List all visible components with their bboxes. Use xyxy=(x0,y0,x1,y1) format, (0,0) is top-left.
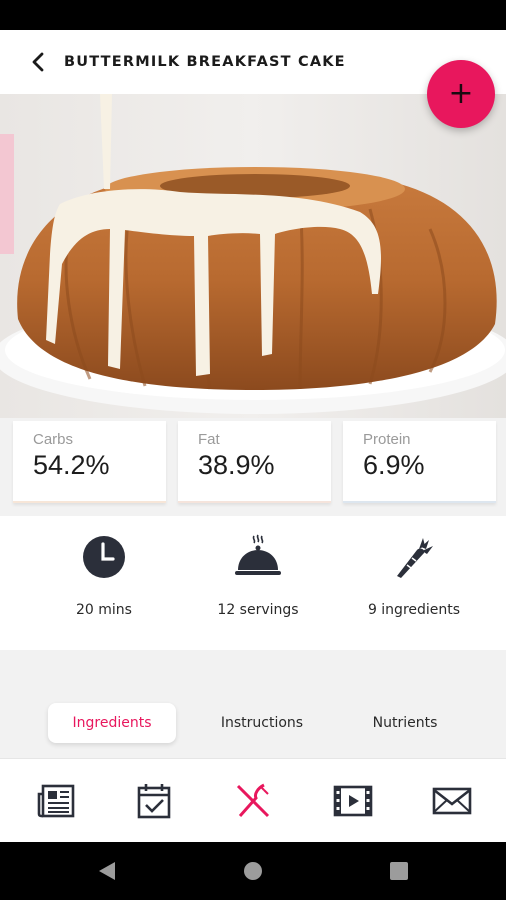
bundt-cake-image xyxy=(0,94,506,418)
macro-card-carbs: Carbs 54.2% xyxy=(13,421,166,503)
macro-label: Protein xyxy=(363,431,411,448)
nav-videos-button[interactable] xyxy=(333,781,373,821)
system-recents-button[interactable] xyxy=(384,856,414,886)
macro-value: 54.2% xyxy=(33,450,110,480)
video-icon xyxy=(333,785,373,817)
clock-icon xyxy=(83,536,125,578)
stat-servings: 12 servings xyxy=(178,516,338,650)
bottom-nav xyxy=(0,758,506,842)
macro-card-protein: Protein 6.9% xyxy=(343,421,496,503)
back-button[interactable] xyxy=(18,42,58,82)
macro-value: 38.9% xyxy=(198,450,275,480)
calendar-check-icon xyxy=(137,784,171,819)
stat-ingredients: 9 ingredients xyxy=(334,516,494,650)
recipe-hero-image xyxy=(0,94,506,418)
macro-value: 6.9% xyxy=(363,450,425,480)
system-nav-bar xyxy=(0,842,506,900)
add-fab-button[interactable]: + xyxy=(427,60,495,128)
stat-label: 20 mins xyxy=(76,602,132,618)
macro-label: Fat xyxy=(198,431,220,448)
stat-label: 12 servings xyxy=(217,602,299,618)
square-recents-icon xyxy=(390,862,408,880)
tab-nutrients[interactable]: Nutrients xyxy=(350,703,460,743)
tab-instructions[interactable]: Instructions xyxy=(198,703,326,743)
nav-planner-button[interactable] xyxy=(134,781,174,821)
newspaper-icon xyxy=(37,784,75,818)
stat-time: 20 mins xyxy=(24,516,184,650)
carrot-icon xyxy=(397,538,433,578)
status-bar xyxy=(0,0,506,30)
nav-news-button[interactable] xyxy=(36,781,76,821)
tab-ingredients[interactable]: Ingredients xyxy=(48,703,176,743)
macro-label: Carbs xyxy=(33,431,74,448)
cloche-icon xyxy=(235,534,281,575)
stat-label: 9 ingredients xyxy=(367,602,461,618)
recipe-tabs: Ingredients Instructions Nutrients xyxy=(0,703,506,743)
fork-knife-icon xyxy=(236,783,270,818)
mail-icon xyxy=(432,787,472,815)
system-home-button[interactable] xyxy=(238,856,268,886)
nav-recipes-button[interactable] xyxy=(233,781,273,821)
recipe-stats: 20 mins 12 servings 9 ingredients xyxy=(0,516,506,650)
macro-card-fat: Fat 38.9% xyxy=(178,421,331,503)
page-title: BUTTERMILK BREAKFAST CAKE xyxy=(64,54,346,70)
back-arrow-icon xyxy=(32,52,44,72)
plus-icon: + xyxy=(448,76,474,111)
system-back-button[interactable] xyxy=(92,856,122,886)
nav-mail-button[interactable] xyxy=(432,781,472,821)
circle-home-icon xyxy=(244,862,262,880)
triangle-back-icon xyxy=(99,862,115,880)
